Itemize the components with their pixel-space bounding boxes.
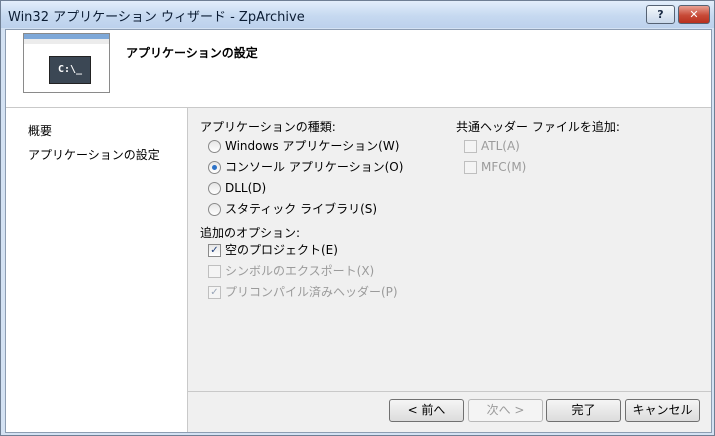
radio-button[interactable] [208,140,221,153]
radio-button-selected[interactable] [208,161,221,174]
next-button: 次へ > [468,399,543,422]
close-button[interactable]: ✕ [678,5,710,24]
back-button[interactable]: < 前へ [389,399,464,422]
checkbox-label: 空のプロジェクト(E) [225,243,338,257]
app-type-label: アプリケーションの種類: [200,120,336,134]
checkbox-label: シンボルのエクスポート(X) [225,264,375,278]
common-headers-label: 共通ヘッダー ファイルを追加: [456,120,620,134]
finish-button[interactable]: 完了 [546,399,621,422]
wizard-sidebar: 概要 アプリケーションの設定 [6,108,188,432]
checkbox-disabled [464,161,477,174]
checkbox-label: ATL(A) [481,139,520,153]
help-button[interactable]: ? [646,5,675,24]
radio-button[interactable] [208,182,221,195]
checkbox-checked[interactable]: ✓ [208,244,221,257]
console-icon: C:\_ [49,56,91,84]
wizard-window: Win32 アプリケーション ウィザード - ZpArchive ? ✕ C:\… [0,0,715,436]
radio-label: コンソール アプリケーション(O) [225,160,404,174]
thumbnail-menubar [24,39,109,44]
checkbox-label: MFC(M) [481,160,527,174]
radio-label: Windows アプリケーション(W) [225,139,400,153]
title-bar[interactable]: Win32 アプリケーション ウィザード - ZpArchive ? ✕ [1,1,714,28]
sidebar-item-overview[interactable]: 概要 [28,122,52,139]
checkbox-disabled [208,265,221,278]
additional-options-label: 追加のオプション: [200,226,301,240]
checkbox-label: プリコンパイル済みヘッダー(P) [225,285,398,299]
page-title: アプリケーションの設定 [126,46,258,60]
button-separator [188,391,711,392]
wizard-client-area: C:\_ アプリケーションの設定 概要 アプリケーションの設定 アプリケーション… [5,29,712,433]
settings-panel: アプリケーションの種類: Windows アプリケーション(W) コンソール ア… [188,108,711,432]
window-title: Win32 アプリケーション ウィザード - ZpArchive [8,10,305,25]
checkbox-disabled-checked: ✓ [208,286,221,299]
radio-label: スタティック ライブラリ(S) [225,202,378,216]
checkbox-disabled [464,140,477,153]
console-app-thumbnail: C:\_ [23,33,110,93]
cancel-button[interactable]: キャンセル [625,399,700,422]
sidebar-item-app-settings[interactable]: アプリケーションの設定 [28,146,160,163]
radio-label: DLL(D) [225,181,267,195]
radio-button[interactable] [208,203,221,216]
wizard-header: C:\_ アプリケーションの設定 [6,30,711,108]
